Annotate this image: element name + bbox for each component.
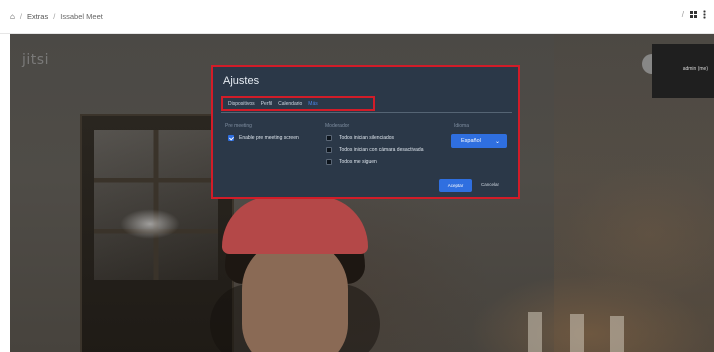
accept-button[interactable]: Aceptar bbox=[439, 179, 472, 192]
camera-off-option-label: Todos inician con cámara desactivada bbox=[339, 147, 424, 153]
breadcrumb-current: Issabel Meet bbox=[60, 12, 103, 21]
top-bar: ⌂ / Extras / Issabel Meet / bbox=[0, 0, 714, 34]
participant-name-label: admin (me) bbox=[682, 66, 708, 72]
jitsi-logo: jitsi bbox=[22, 52, 49, 68]
local-participant-thumbnail[interactable]: admin (me) bbox=[652, 44, 714, 98]
tab-dispositivos[interactable]: Dispositivos bbox=[228, 101, 255, 107]
breadcrumb-separator: / bbox=[53, 12, 56, 21]
cancel-button[interactable]: Cancelar bbox=[481, 182, 499, 187]
language-select[interactable]: Español ⌄ bbox=[451, 134, 507, 148]
pre-meeting-option-label: Enable pre meeting screen bbox=[239, 135, 299, 141]
tab-mas[interactable]: Más bbox=[308, 101, 317, 107]
language-select-value: Español bbox=[461, 138, 481, 144]
pre-meeting-checkbox[interactable] bbox=[228, 135, 234, 141]
more-icon[interactable] bbox=[703, 10, 706, 19]
home-icon[interactable]: ⌂ bbox=[10, 12, 15, 21]
follow-me-option-label: Todos me siguen bbox=[339, 159, 377, 165]
participant-video-face bbox=[242, 239, 348, 352]
settings-dialog: Ajustes Dispositivos Perfil Calendario M… bbox=[211, 65, 520, 199]
pre-meeting-section-label: Pre meeting bbox=[225, 123, 252, 129]
moderator-section-label: Moderador bbox=[325, 123, 350, 129]
chevron-down-icon: ⌄ bbox=[494, 138, 500, 145]
breadcrumb-separator: / bbox=[19, 12, 22, 21]
language-section-label: Idioma bbox=[454, 123, 470, 129]
dialog-title: Ajustes bbox=[223, 75, 260, 87]
tab-calendario[interactable]: Calendario bbox=[278, 101, 302, 107]
tabs-divider bbox=[221, 112, 512, 113]
breadcrumb: ⌂ / Extras / Issabel Meet bbox=[10, 12, 103, 21]
breadcrumb-extras-link[interactable]: Extras bbox=[27, 12, 48, 21]
top-right-separator: / bbox=[681, 10, 684, 19]
grid-icon[interactable] bbox=[690, 11, 697, 18]
background-bottles bbox=[520, 304, 640, 352]
tab-perfil[interactable]: Perfil bbox=[261, 101, 272, 107]
mute-all-option-label: Todos inician silenciados bbox=[339, 135, 395, 141]
background-lamp bbox=[120, 209, 180, 239]
top-right-tools: / bbox=[682, 10, 706, 19]
follow-me-checkbox[interactable] bbox=[326, 159, 332, 165]
participant-video-cap bbox=[222, 196, 368, 254]
mute-all-checkbox[interactable] bbox=[326, 135, 332, 141]
settings-tabs: Dispositivos Perfil Calendario Más bbox=[221, 96, 375, 111]
camera-off-checkbox[interactable] bbox=[326, 147, 332, 153]
